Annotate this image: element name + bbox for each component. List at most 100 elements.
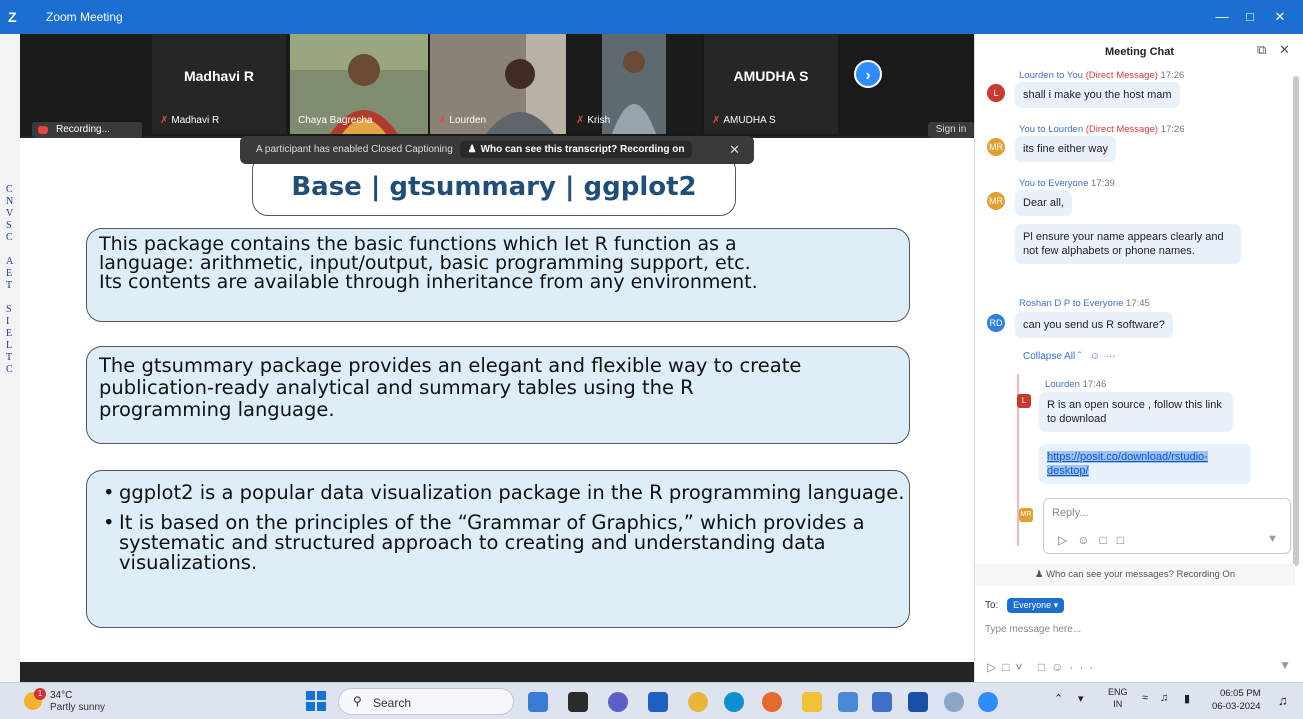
- chat-app-icon[interactable]: [608, 692, 628, 712]
- scrollbar[interactable]: [1293, 76, 1299, 566]
- weather-condition: Partly sunny: [50, 702, 106, 713]
- chrome-icon[interactable]: [688, 692, 708, 712]
- participant-strip: Madhavi R ✗ Madhavi R Chaya Bagrecha ✗ Lou…: [20, 34, 974, 136]
- reply-toolbar[interactable]: ▷☺□□: [1058, 533, 1134, 547]
- close-icon[interactable]: ✕: [1279, 42, 1290, 58]
- participant-label: ✗ Madhavi R: [160, 115, 220, 126]
- message-header: Roshan D P to Everyone 17:45: [1019, 298, 1150, 309]
- record-icon: [38, 126, 48, 134]
- background-window-edge: CNVSCAETSIELTC: [0, 34, 20, 682]
- pop-out-icon[interactable]: ⧉: [1257, 42, 1266, 58]
- send-icon[interactable]: ▼: [1267, 533, 1278, 545]
- send-icon[interactable]: ▼: [1279, 658, 1291, 672]
- chat-message[interactable]: shall i make you the host mam: [1015, 82, 1180, 108]
- maximize-icon[interactable]: □: [1240, 8, 1260, 26]
- person-icon: ♟: [467, 144, 477, 155]
- slide-text-line: publication-ready analytical and summary…: [99, 376, 694, 399]
- avatar: MR: [987, 138, 1005, 156]
- chat-message[interactable]: R is an open source , follow this link t…: [1039, 392, 1233, 432]
- caption-banner-text: A participant has enabled Closed Caption…: [256, 144, 453, 155]
- zoom-logo-icon: Z: [8, 9, 17, 25]
- mail-icon[interactable]: [648, 692, 668, 712]
- reply-input[interactable]: Reply... ▷☺□□ ▼: [1043, 498, 1291, 554]
- participant-video-tile[interactable]: Chaya Bagrecha: [290, 34, 428, 134]
- message-header: You to Lourden (Direct Message) 17:26: [1019, 124, 1185, 135]
- emoji-icon[interactable]: ☺: [1090, 351, 1100, 362]
- store-icon[interactable]: [908, 692, 928, 712]
- system-clock[interactable]: 06:05 PM 06-03-2024: [1212, 687, 1261, 713]
- participant-name: AMUDHA S: [733, 68, 809, 84]
- chat-title: Meeting Chat: [1104, 46, 1175, 58]
- chat-message[interactable]: Pl ensure your name appears clearly and …: [1015, 224, 1241, 264]
- wifi-icon[interactable]: ≈: [1142, 692, 1148, 704]
- firefox-icon[interactable]: [762, 692, 782, 712]
- widgets-icon[interactable]: [528, 692, 548, 712]
- taskbar-search[interactable]: ⚲ Search: [338, 688, 514, 715]
- volume-icon[interactable]: ♫: [1160, 692, 1168, 704]
- message-privacy-info[interactable]: ♟ Who can see your messages? Recording O…: [975, 564, 1295, 586]
- avatar: MR: [987, 192, 1005, 210]
- avatar: MR: [1019, 508, 1033, 522]
- participant-video-tile[interactable]: ✗ Lourden: [430, 34, 566, 134]
- participant-tile[interactable]: AMUDHA S ✗ AMUDHA S: [704, 34, 838, 134]
- weather-temperature: 34°C: [50, 690, 73, 701]
- recording-indicator[interactable]: Recording...: [32, 122, 142, 138]
- language-indicator[interactable]: ENG IN: [1108, 686, 1128, 710]
- chat-message[interactable]: can you send us R software?: [1015, 312, 1173, 338]
- download-link[interactable]: https://posit.co/download/rstudio-deskto…: [1039, 444, 1251, 484]
- notification-bell-icon[interactable]: ♫: [1278, 693, 1288, 708]
- format-toolbar[interactable]: ▷□˅ □☺···: [987, 660, 1099, 674]
- slide-bottom-bar: [20, 662, 974, 682]
- windows-start-icon[interactable]: [306, 691, 326, 711]
- microphone-icon[interactable]: ▾: [1078, 692, 1084, 705]
- closed-caption-banner: A participant has enabled Closed Caption…: [240, 136, 754, 164]
- sign-in-button[interactable]: Sign in: [928, 122, 974, 138]
- shared-screen-slide: A participant has enabled Closed Caption…: [20, 136, 974, 682]
- participant-label: Chaya Bagrecha: [298, 115, 373, 126]
- collapse-all-button[interactable]: Collapse All ˆ ☺ ···: [1023, 351, 1116, 362]
- gtsummary-description-box: The gtsummary package provides an elegan…: [86, 346, 910, 444]
- task-view-icon[interactable]: [568, 692, 588, 712]
- close-icon[interactable]: ✕: [1270, 8, 1290, 26]
- meeting-area: Madhavi R ✗ Madhavi R Chaya Bagrecha ✗ Lou…: [20, 34, 974, 682]
- avatar: L: [987, 84, 1005, 102]
- calculator-icon[interactable]: [838, 692, 858, 712]
- chevron-up-icon[interactable]: ⌃: [1054, 692, 1063, 705]
- message-header: Lourden to You (Direct Message) 17:26: [1019, 70, 1185, 81]
- bullet-item: • It is based on the principles of the “G…: [103, 511, 865, 574]
- participant-label: ✗ Lourden: [438, 115, 487, 126]
- ggplot2-description-box: • ggplot2 is a popular data visualization…: [86, 470, 910, 628]
- more-icon[interactable]: ···: [1106, 351, 1116, 362]
- battery-icon[interactable]: ▮: [1184, 692, 1190, 705]
- recipient-row: To: Everyone ▾: [985, 598, 1065, 613]
- minimize-icon[interactable]: —: [1212, 8, 1232, 26]
- close-icon[interactable]: ✕: [729, 136, 740, 164]
- edge-icon[interactable]: [724, 692, 744, 712]
- chat-message[interactable]: Dear all,: [1015, 190, 1072, 216]
- notepad-icon[interactable]: [872, 692, 892, 712]
- transcript-info-link[interactable]: ♟ Who can see this transcript? Recording …: [459, 141, 693, 158]
- search-icon: ⚲: [353, 694, 362, 708]
- slide-text-line: Its contents are available through inher…: [99, 271, 758, 293]
- chat-header: Meeting Chat ⧉ ✕: [975, 34, 1303, 66]
- base-description-box: This package contains the basic function…: [86, 228, 910, 322]
- recipient-select[interactable]: Everyone ▾: [1007, 598, 1065, 613]
- mic-muted-icon: ✗: [576, 115, 585, 126]
- slide-text-line: programming language.: [99, 398, 335, 421]
- file-explorer-icon[interactable]: [802, 692, 822, 712]
- app-icon[interactable]: [944, 692, 964, 712]
- mic-muted-icon: ✗: [438, 115, 447, 126]
- participant-tile[interactable]: Madhavi R ✗ Madhavi R: [152, 34, 286, 134]
- taskbar: 1 34°C Partly sunny ⚲ Search ⌃ ▾ ENG IN ≈…: [0, 682, 1303, 719]
- message-header: Lourden 17:46: [1045, 379, 1107, 390]
- chat-message[interactable]: its fine either way: [1015, 136, 1116, 162]
- slide-text-line: The gtsummary package provides an elegan…: [99, 354, 802, 377]
- mic-muted-icon: ✗: [160, 115, 169, 126]
- message-header: You to Everyone 17:39: [1019, 178, 1115, 189]
- participant-label: ✗ AMUDHA S: [712, 115, 776, 126]
- title-bar: Z Zoom Meeting — □ ✕: [0, 0, 1303, 34]
- next-page-button[interactable]: ›: [854, 60, 882, 88]
- message-input[interactable]: Type message here...: [985, 624, 1081, 635]
- participant-video-tile[interactable]: ✗ Krish: [568, 34, 702, 134]
- zoom-app-icon[interactable]: [978, 692, 998, 712]
